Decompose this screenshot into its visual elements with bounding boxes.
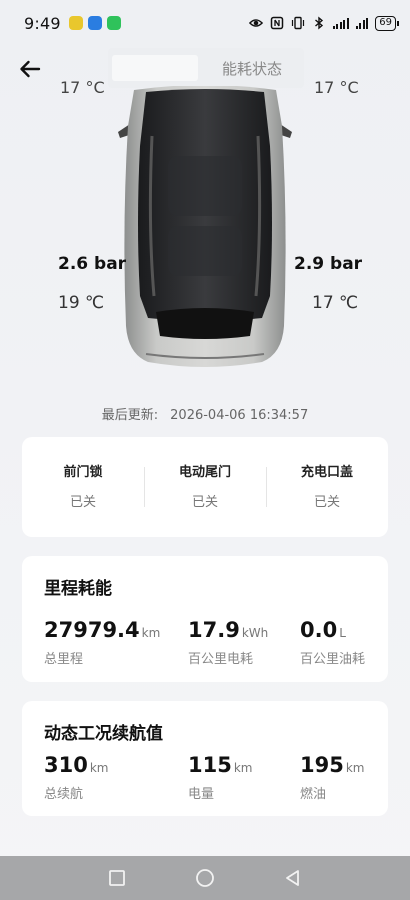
status-bar: 9:49 69 bbox=[0, 0, 410, 46]
range-card: 动态工况续航值 310 km 总续航 115 km 电量 195 km 燃油 bbox=[22, 701, 388, 816]
status-item: 充电口盖 已关 bbox=[266, 437, 388, 537]
stat-label: 总续航 bbox=[44, 787, 84, 802]
card-title: 里程耗能 bbox=[44, 579, 112, 599]
stat-label: 电量 bbox=[188, 787, 215, 802]
status-item: 前门锁 已关 bbox=[22, 437, 144, 537]
rear-left-tire-temp: 19 ℃ bbox=[58, 293, 105, 313]
signal-icon bbox=[332, 17, 349, 29]
stat-value: 195 bbox=[300, 753, 344, 777]
stat-label: 燃油 bbox=[300, 787, 327, 802]
app-notification-icon bbox=[87, 16, 102, 30]
stat-fuel-consumption: 0.0 L 百公里油耗 bbox=[300, 618, 365, 667]
status-item-value: 已关 bbox=[313, 495, 340, 510]
stat-label: 总里程 bbox=[44, 652, 84, 667]
app-notification-icon bbox=[68, 16, 83, 30]
rear-right-tire-pressure: 2.9 bar bbox=[294, 254, 363, 274]
status-item-label: 电动尾门 bbox=[178, 465, 231, 480]
stat-unit: L bbox=[339, 626, 346, 640]
title-box: 能耗状态 bbox=[108, 48, 304, 88]
last-update-time: 2026-04-06 16:34:57 bbox=[170, 408, 309, 423]
stat-value: 0.0 bbox=[300, 618, 338, 642]
recent-apps-button[interactable] bbox=[105, 866, 129, 890]
stat-fuel-range: 195 km 燃油 bbox=[300, 753, 364, 802]
last-update: 最后更新: 2026-04-06 16:34:57 bbox=[0, 404, 410, 423]
stat-label: 百公里油耗 bbox=[300, 652, 366, 667]
vibrate-icon bbox=[291, 16, 304, 30]
system-nav-bar bbox=[0, 856, 410, 900]
front-left-temp: 17 °C bbox=[60, 78, 105, 97]
arrow-left-icon bbox=[20, 60, 41, 78]
signal-icon bbox=[355, 17, 369, 29]
stat-electric-range: 115 km 电量 bbox=[188, 753, 252, 802]
stat-unit: km bbox=[233, 761, 253, 775]
back-nav-button[interactable] bbox=[281, 866, 305, 890]
status-time: 9:49 bbox=[24, 13, 61, 33]
car-top-view-image bbox=[118, 86, 292, 367]
home-button[interactable] bbox=[193, 866, 217, 890]
status-item-label: 充电口盖 bbox=[300, 465, 353, 480]
stat-value: 310 bbox=[44, 753, 88, 777]
eye-icon bbox=[248, 19, 263, 27]
stat-unit: km bbox=[345, 761, 365, 775]
card-title: 动态工况续航值 bbox=[44, 724, 163, 744]
stat-total-range: 310 km 总续航 bbox=[44, 753, 108, 802]
nfc-icon bbox=[270, 16, 284, 30]
stat-value: 17.9 bbox=[188, 618, 240, 642]
stat-unit: kWh bbox=[241, 626, 269, 640]
stat-electric-consumption: 17.9 kWh 百公里电耗 bbox=[188, 618, 268, 667]
circle-icon bbox=[196, 869, 214, 887]
vehicle-diagram: 17 °C 17 °C 2.6 bar 19 ℃ 2.9 bar 17 ℃ bbox=[0, 78, 410, 376]
redacted-vehicle-name bbox=[112, 55, 198, 81]
status-item: 电动尾门 已关 bbox=[144, 437, 266, 537]
rear-right-tire-temp: 17 ℃ bbox=[312, 293, 359, 313]
stat-total-mileage: 27979.4 km 总里程 bbox=[44, 618, 160, 667]
stat-unit: km bbox=[89, 761, 109, 775]
stat-value: 115 bbox=[188, 753, 232, 777]
status-item-label: 前门锁 bbox=[63, 465, 103, 480]
front-right-temp: 17 °C bbox=[314, 78, 359, 97]
status-item-value: 已关 bbox=[191, 495, 218, 510]
rear-left-tire-pressure: 2.6 bar bbox=[58, 254, 127, 274]
battery-icon: 69 bbox=[375, 15, 399, 31]
door-status-card: 前门锁 已关 电动尾门 已关 充电口盖 已关 bbox=[22, 437, 388, 537]
stat-value: 27979.4 bbox=[44, 618, 140, 642]
stat-label: 百公里电耗 bbox=[188, 652, 254, 667]
bluetooth-icon bbox=[314, 16, 323, 30]
back-button[interactable] bbox=[16, 56, 44, 82]
last-update-label: 最后更新: bbox=[101, 408, 159, 423]
status-item-value: 已关 bbox=[69, 495, 96, 510]
wechat-icon bbox=[106, 16, 121, 30]
notification-icons bbox=[68, 16, 121, 30]
stat-unit: km bbox=[141, 626, 161, 640]
mileage-card: 里程耗能 27979.4 km 总里程 17.9 kWh 百公里电耗 0.0 L 百公… bbox=[22, 556, 388, 682]
page-title: 能耗状态 bbox=[222, 60, 283, 78]
square-icon bbox=[109, 870, 125, 886]
triangle-back-icon bbox=[286, 870, 299, 886]
